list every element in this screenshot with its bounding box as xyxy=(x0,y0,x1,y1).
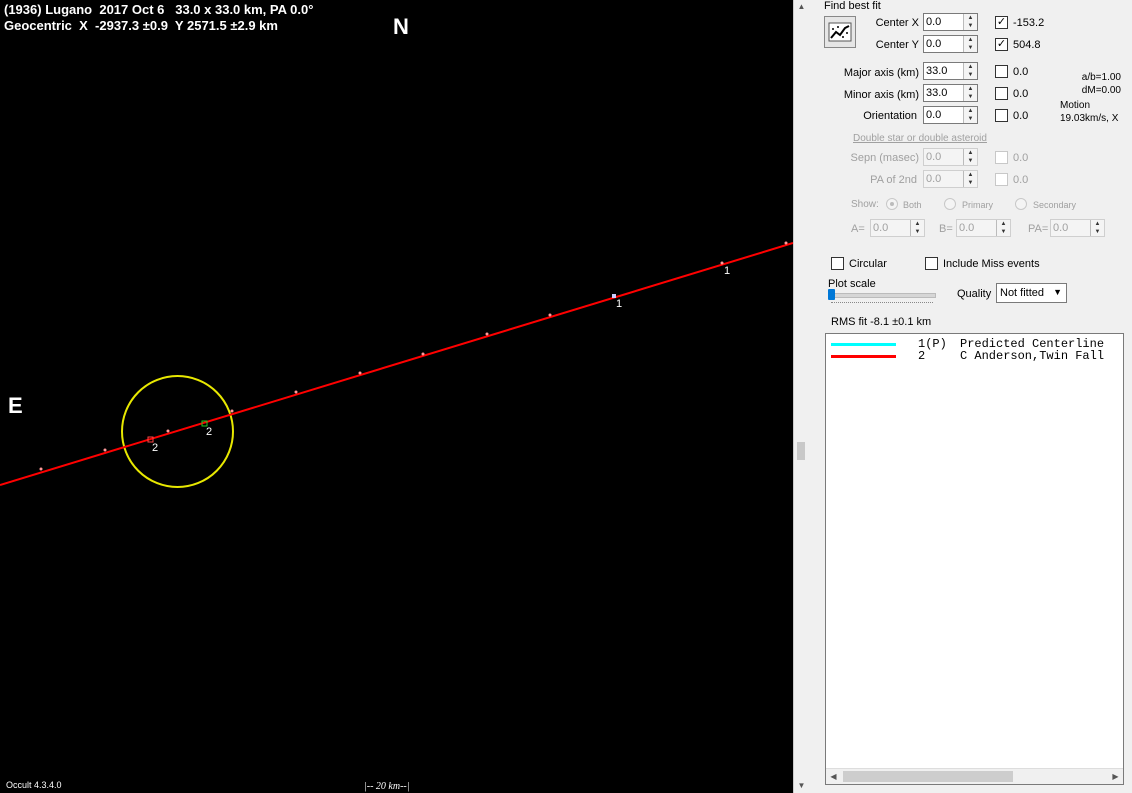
minor-axis-checkbox[interactable] xyxy=(995,87,1008,100)
show-label: Show: xyxy=(851,199,879,210)
orientation-label: Orientation xyxy=(863,110,917,122)
minor-axis-label: Minor axis (km) xyxy=(843,89,919,101)
show-secondary-label: Secondary xyxy=(1033,200,1077,210)
center-y-label: Center Y xyxy=(875,39,919,51)
plot-scale-ticks xyxy=(831,302,933,306)
pa-second-checkbox[interactable] xyxy=(995,173,1008,186)
delta-magnitude: dM=0.00 xyxy=(1081,85,1121,96)
show-primary-radio[interactable] xyxy=(944,198,956,210)
show-both-radio[interactable] xyxy=(886,198,898,210)
center-y-checkbox[interactable]: ✓ xyxy=(995,38,1008,51)
rms-fit-label: RMS fit -8.1 ±0.1 km xyxy=(831,316,932,328)
center-x-input[interactable]: 0.0 ▲ ▼ xyxy=(923,13,978,31)
chord-tick xyxy=(230,409,234,413)
major-axis-input[interactable]: 33.0 ▲ ▼ xyxy=(923,62,978,80)
chord-tick xyxy=(294,390,298,394)
chord-tick xyxy=(358,371,362,375)
center-x-checkbox[interactable]: ✓ xyxy=(995,16,1008,29)
a-field-input[interactable]: 0.0 ▲ ▼ xyxy=(870,219,925,237)
legend-horizontal-scrollbar[interactable]: ◀ ▶ xyxy=(826,768,1123,784)
double-star-link[interactable]: Double star or double asteroid xyxy=(853,133,987,144)
b-field-input[interactable]: 0.0 ▲ ▼ xyxy=(956,219,1011,237)
circular-label: Circular xyxy=(849,258,887,270)
legend-swatch xyxy=(831,343,896,346)
north-label: N xyxy=(393,14,409,39)
scale-bar-label: |-- 20 km--| xyxy=(364,781,410,792)
sepn-checkbox[interactable] xyxy=(995,151,1008,164)
observer-legend[interactable]: 1(P) Predicted Centerline 2 C Anderson,T… xyxy=(825,333,1124,785)
quality-label: Quality xyxy=(957,288,992,300)
fit-control-panel: Find best fit Center X 0.0 ▲ ▼ ✓ -153.2 Ce… xyxy=(809,0,1132,793)
legend-swatch xyxy=(831,355,896,358)
chord-label: 1 xyxy=(616,298,622,310)
chevron-down-icon: ▼ xyxy=(1053,287,1062,297)
chord-tick xyxy=(103,448,107,452)
show-both-label: Both xyxy=(903,200,922,210)
chord-line xyxy=(0,242,793,486)
minor-axis-input[interactable]: 33.0 ▲ ▼ xyxy=(923,84,978,102)
pa-second-result: 0.0 xyxy=(1013,174,1029,186)
include-miss-checkbox[interactable] xyxy=(925,257,938,270)
chord-label: 2 xyxy=(152,442,158,454)
center-x-label: Center X xyxy=(875,17,919,29)
chord-tick xyxy=(39,467,43,471)
plot-scale-slider-thumb[interactable] xyxy=(828,289,835,300)
plot-graphics: 1 1 2 2 xyxy=(0,241,793,488)
scrollbar-thumb[interactable] xyxy=(843,771,1013,782)
motion-label: Motion xyxy=(1060,100,1091,111)
motion-value: 19.03km/s, X xyxy=(1060,113,1119,124)
center-y-input[interactable]: 0.0 ▲ ▼ xyxy=(923,35,978,53)
scroll-up-icon[interactable]: ▲ xyxy=(794,0,809,14)
circular-checkbox[interactable] xyxy=(831,257,844,270)
scroll-right-icon[interactable]: ▶ xyxy=(1108,769,1123,784)
chord-tick xyxy=(548,313,552,317)
orientation-result: 0.0 xyxy=(1013,110,1029,122)
plot-scale-slider[interactable] xyxy=(829,293,936,298)
pa-second-input[interactable]: 0.0 ▲ ▼ xyxy=(923,170,978,188)
include-miss-label: Include Miss events xyxy=(943,258,1040,270)
sepn-label: Sepn (masec) xyxy=(850,152,919,164)
chord-tick xyxy=(485,332,489,336)
major-axis-checkbox[interactable] xyxy=(995,65,1008,78)
scroll-down-icon[interactable]: ▼ xyxy=(794,779,809,793)
scrollbar-thumb[interactable] xyxy=(797,442,805,460)
version-label: Occult 4.3.4.0 xyxy=(6,780,62,790)
show-secondary-radio[interactable] xyxy=(1015,198,1027,210)
plot-vertical-scrollbar[interactable]: ▲ ▼ xyxy=(793,0,809,793)
orientation-checkbox[interactable] xyxy=(995,109,1008,122)
legend-row[interactable]: 2 C Anderson,Twin Fall xyxy=(826,349,1123,363)
axis-ratio: a/b=1.00 xyxy=(1081,72,1121,83)
chord-label: 1 xyxy=(724,265,730,277)
chord-tick xyxy=(421,352,425,356)
show-primary-label: Primary xyxy=(962,200,993,210)
plot-subtitle: Geocentric X -2937.3 ±0.9 Y 2571.5 ±2.9 … xyxy=(4,18,278,33)
chord-label: 2 xyxy=(206,426,212,438)
quality-dropdown[interactable]: Not fitted ▼ xyxy=(996,283,1067,303)
chord-tick xyxy=(166,429,170,433)
chord-tick xyxy=(784,241,788,245)
east-label: E xyxy=(8,393,23,418)
occultation-plot[interactable]: 1 1 2 2 (1936) Lugano 2017 Oct 6 33.0 x … xyxy=(0,0,793,793)
pa-field-input[interactable]: 0.0 ▲ ▼ xyxy=(1050,219,1105,237)
center-x-result: -153.2 xyxy=(1013,17,1045,29)
a-field-label: A= xyxy=(851,223,865,235)
pa-field-label: PA= xyxy=(1028,223,1049,235)
plot-scale-label: Plot scale xyxy=(828,278,876,290)
pa-second-label: PA of 2nd xyxy=(870,174,917,186)
sepn-input[interactable]: 0.0 ▲ ▼ xyxy=(923,148,978,166)
sepn-result: 0.0 xyxy=(1013,152,1029,164)
major-axis-label: Major axis (km) xyxy=(843,67,919,79)
b-field-label: B= xyxy=(939,223,953,235)
orientation-input[interactable]: 0.0 ▲ ▼ xyxy=(923,106,978,124)
find-best-fit-label: Find best fit xyxy=(824,0,881,12)
plot-title: (1936) Lugano 2017 Oct 6 33.0 x 33.0 km,… xyxy=(4,2,314,17)
major-axis-result: 0.0 xyxy=(1013,66,1029,78)
minor-axis-result: 0.0 xyxy=(1013,88,1029,100)
scroll-left-icon[interactable]: ◀ xyxy=(826,769,841,784)
center-y-result: 504.8 xyxy=(1013,39,1041,51)
